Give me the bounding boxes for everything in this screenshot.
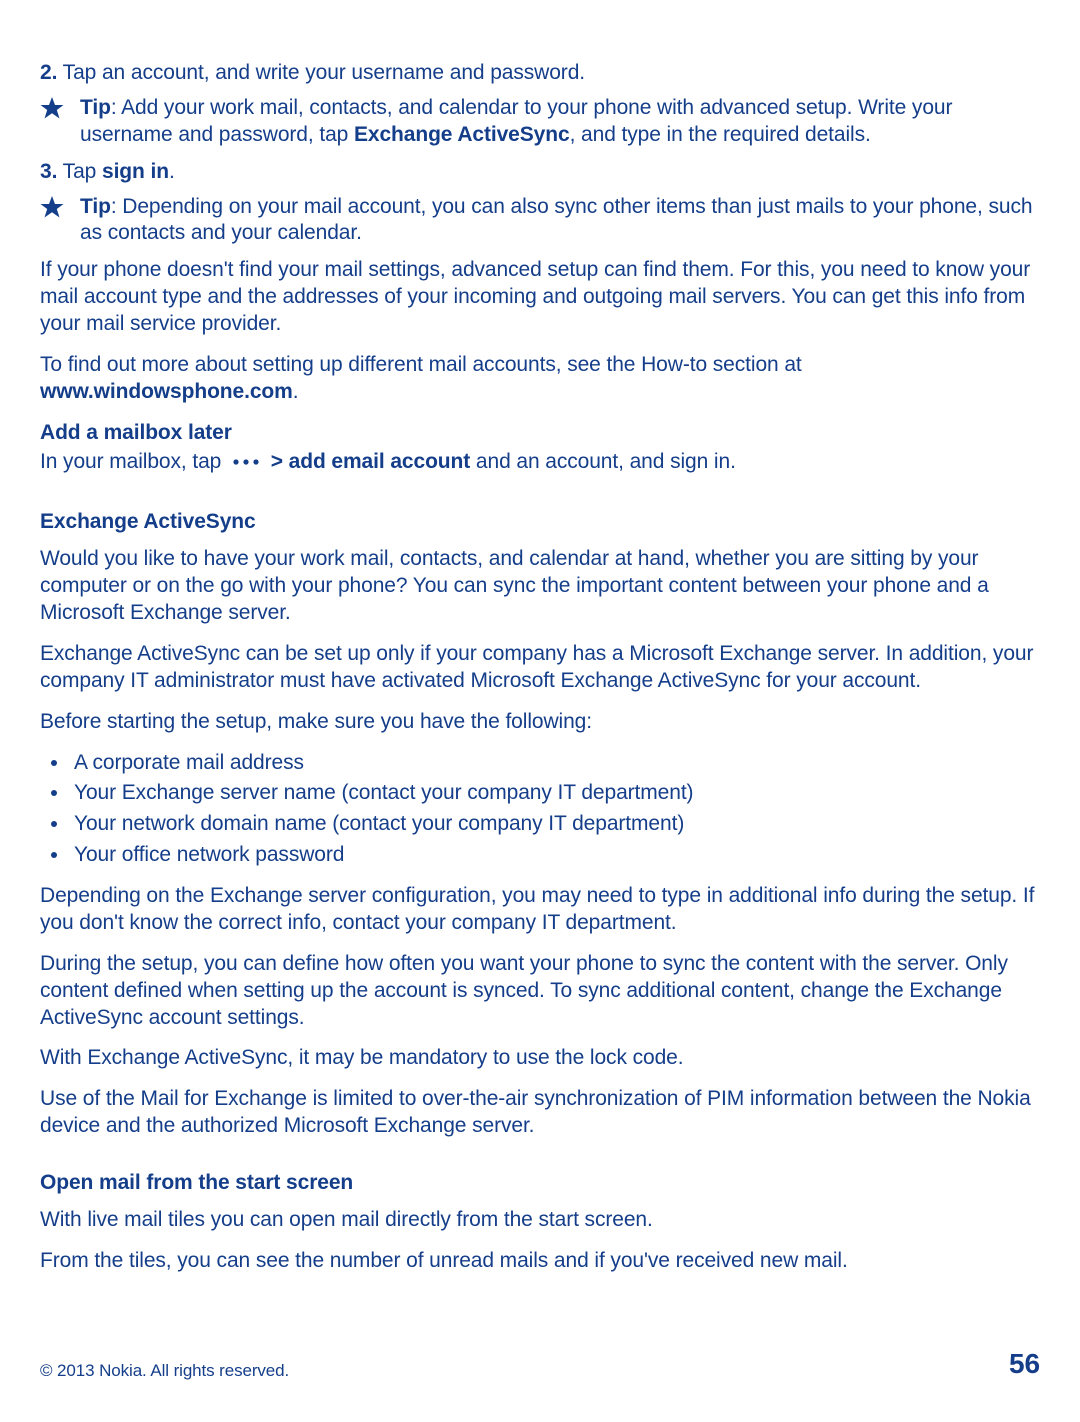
add-mailbox-heading: Add a mailbox later — [40, 420, 1040, 447]
tip-prefix: Tip — [80, 195, 111, 218]
exchange-p1: Would you like to have your work mail, c… — [40, 546, 1040, 627]
step-number: 2. — [40, 61, 57, 84]
howto-a: To find out more about setting up differ… — [40, 353, 802, 376]
star-icon — [40, 194, 80, 219]
add-mailbox-bold: add email account — [289, 450, 471, 473]
step-text-a: Tap — [57, 160, 102, 183]
tip-bold: Exchange ActiveSync — [354, 123, 570, 146]
exchange-section: Exchange ActiveSync Would you like to ha… — [40, 509, 1040, 1140]
tip-text-1: Tip: Add your work mail, contacts, and c… — [80, 95, 1040, 149]
star-icon — [40, 95, 80, 120]
step-3: 3. Tap sign in. — [40, 159, 1040, 186]
advanced-setup-paragraph: If your phone doesn't find your mail set… — [40, 257, 1040, 338]
tip-text-2: Tip: Depending on your mail account, you… — [80, 194, 1040, 248]
list-item: Your office network password — [70, 842, 1040, 869]
copyright-text: © 2013 Nokia. All rights reserved. — [40, 1360, 289, 1382]
open-mail-heading: Open mail from the start screen — [40, 1170, 1040, 1197]
add-mailbox-b: and an account, and sign in. — [470, 450, 736, 473]
step-text: Tap an account, and write your username … — [57, 61, 585, 84]
tip-row-2: Tip: Depending on your mail account, you… — [40, 194, 1040, 248]
tip-prefix: Tip — [80, 96, 111, 119]
list-item: Your Exchange server name (contact your … — [70, 780, 1040, 807]
add-mailbox-gt: > — [265, 450, 289, 473]
open-mail-section: Open mail from the start screen With liv… — [40, 1170, 1040, 1275]
list-item: A corporate mail address — [70, 750, 1040, 777]
step-text-b: . — [169, 160, 175, 183]
exchange-p4: Depending on the Exchange server configu… — [40, 883, 1040, 937]
exchange-p5: During the setup, you can define how oft… — [40, 951, 1040, 1032]
exchange-p2: Exchange ActiveSync can be set up only i… — [40, 641, 1040, 695]
open-mail-p2: From the tiles, you can see the number o… — [40, 1248, 1040, 1275]
exchange-requirements-list: A corporate mail address Your Exchange s… — [40, 750, 1040, 870]
exchange-p7: Use of the Mail for Exchange is limited … — [40, 1086, 1040, 1140]
tip-row-1: Tip: Add your work mail, contacts, and c… — [40, 95, 1040, 149]
exchange-p6: With Exchange ActiveSync, it may be mand… — [40, 1045, 1040, 1072]
howto-b: . — [293, 380, 299, 403]
add-mailbox-a: In your mailbox, tap — [40, 450, 227, 473]
page-footer: © 2013 Nokia. All rights reserved. 56 — [40, 1346, 1040, 1382]
howto-paragraph: To find out more about setting up differ… — [40, 352, 1040, 406]
more-icon — [231, 449, 261, 476]
step-bold: sign in — [102, 160, 169, 183]
exchange-heading: Exchange ActiveSync — [40, 509, 1040, 536]
exchange-p3: Before starting the setup, make sure you… — [40, 709, 1040, 736]
step-2: 2. Tap an account, and write your userna… — [40, 60, 1040, 87]
howto-link: www.windowsphone.com — [40, 380, 293, 403]
open-mail-p1: With live mail tiles you can open mail d… — [40, 1207, 1040, 1234]
document-page: 2. Tap an account, and write your userna… — [0, 0, 1080, 1422]
tip-body: : Depending on your mail account, you ca… — [80, 195, 1032, 245]
add-mailbox-paragraph: In your mailbox, tap > add email account… — [40, 449, 1040, 476]
add-mailbox-section: Add a mailbox later In your mailbox, tap… — [40, 420, 1040, 476]
step-number: 3. — [40, 160, 57, 183]
list-item: Your network domain name (contact your c… — [70, 811, 1040, 838]
page-number: 56 — [1009, 1346, 1040, 1382]
tip-tail: , and type in the required details. — [570, 123, 871, 146]
